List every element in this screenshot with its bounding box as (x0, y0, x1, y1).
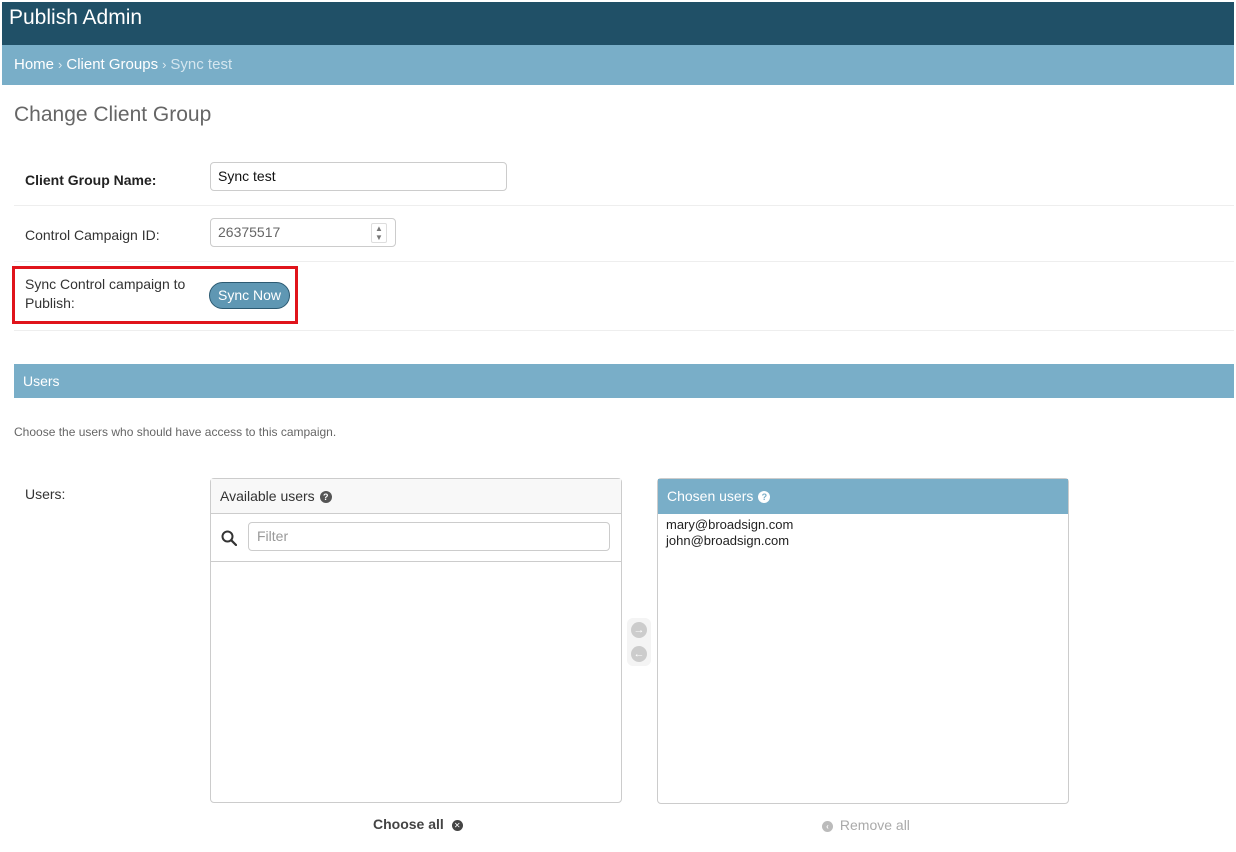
chevron-up-icon[interactable]: ▲ (372, 224, 386, 233)
available-users-list[interactable] (211, 562, 621, 568)
chosen-users-title: Chosen users (667, 488, 754, 504)
search-icon (221, 530, 237, 546)
choose-all-link[interactable]: Choose all ✕ (373, 816, 463, 832)
remove-all-icon: ‹ (822, 820, 833, 832)
chevron-down-icon[interactable]: ▼ (372, 233, 386, 242)
users-help-text: Choose the users who should have access … (14, 425, 337, 439)
form-row-client-group-name: Client Group Name: Sync test (14, 162, 1234, 206)
highlight-annotation (12, 266, 298, 324)
list-item[interactable]: mary@broadsign.com (666, 517, 1060, 533)
client-group-name-input[interactable]: Sync test (210, 162, 507, 191)
selector-move-controls: → ← (627, 618, 651, 666)
list-item[interactable]: john@broadsign.com (666, 533, 1060, 549)
available-users-title: Available users (220, 488, 315, 504)
client-group-name-label: Client Group Name: (25, 172, 157, 188)
breadcrumb-client-groups[interactable]: Client Groups (66, 56, 158, 73)
control-campaign-id-value: 26375517 (218, 224, 281, 240)
users-module-caption: Users (14, 364, 1234, 398)
filter-input[interactable]: Filter (248, 522, 610, 551)
choose-all-label: Choose all (373, 816, 444, 832)
available-users-selector: Available users? Filter (210, 478, 622, 803)
number-spinner[interactable]: ▲ ▼ (371, 223, 387, 243)
question-circle-icon[interactable]: ? (319, 491, 332, 504)
breadcrumb-home[interactable]: Home (14, 56, 54, 73)
chosen-users-selector: Chosen users? mary@broadsign.com john@br… (657, 478, 1069, 804)
breadcrumb-separator: › (162, 57, 167, 72)
chosen-users-list[interactable]: mary@broadsign.com john@broadsign.com (658, 514, 1068, 552)
breadcrumb: Home › Client Groups › Sync test (2, 45, 1234, 85)
users-field-label: Users: (25, 486, 66, 502)
question-circle-icon[interactable]: ? (758, 491, 771, 504)
header-bar: Publish Admin (2, 2, 1234, 45)
remove-all-link[interactable]: ‹ Remove all (822, 817, 910, 833)
control-campaign-id-label: Control Campaign ID: (25, 227, 160, 243)
arrow-right-icon[interactable]: → (631, 622, 647, 638)
chosen-users-title-bar: Chosen users? (658, 479, 1068, 514)
breadcrumb-current: Sync test (170, 56, 233, 73)
filter-row: Filter (211, 514, 621, 562)
arrow-left-icon[interactable]: ← (631, 646, 647, 662)
form-row-control-campaign-id: Control Campaign ID: 26375517 ▲ ▼ (14, 218, 1234, 262)
form-row-sync: Sync Control campaign to Publish: Sync N… (12, 262, 1234, 331)
site-title[interactable]: Publish Admin (9, 6, 142, 30)
breadcrumb-separator: › (58, 57, 63, 72)
page-title: Change Client Group (14, 103, 212, 126)
available-users-title-bar: Available users? (211, 479, 621, 514)
remove-all-label: Remove all (839, 817, 910, 833)
choose-all-icon: ✕ (451, 819, 463, 831)
control-campaign-id-input[interactable]: 26375517 ▲ ▼ (210, 218, 396, 247)
